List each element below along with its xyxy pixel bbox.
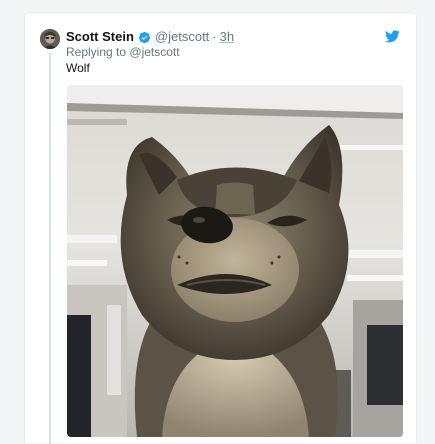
replying-to-line: Replying to @jetscott	[66, 45, 180, 60]
reply-thread-line	[49, 53, 51, 444]
header-separator: ·	[212, 29, 217, 44]
verified-badge-icon	[138, 31, 151, 44]
tweet-text: Wolf	[66, 61, 90, 75]
tweet-header: Scott Stein @jetscott · 3h	[66, 29, 234, 45]
author-name[interactable]: Scott Stein	[66, 29, 134, 45]
avatar-image	[40, 29, 60, 49]
twitter-bird-icon[interactable]	[384, 30, 400, 43]
author-avatar[interactable]	[40, 29, 60, 49]
author-handle[interactable]: @jetscott	[155, 29, 209, 45]
replying-to-label: Replying to	[66, 45, 127, 59]
tweet-photo[interactable]	[67, 85, 403, 437]
wolf-photo-image	[67, 85, 403, 437]
tweet-timestamp[interactable]: 3h	[220, 29, 234, 45]
replying-to-handle[interactable]: @jetscott	[129, 45, 179, 59]
embedded-tweet-card: Scott Stein @jetscott · 3h Replying to @…	[24, 12, 417, 444]
